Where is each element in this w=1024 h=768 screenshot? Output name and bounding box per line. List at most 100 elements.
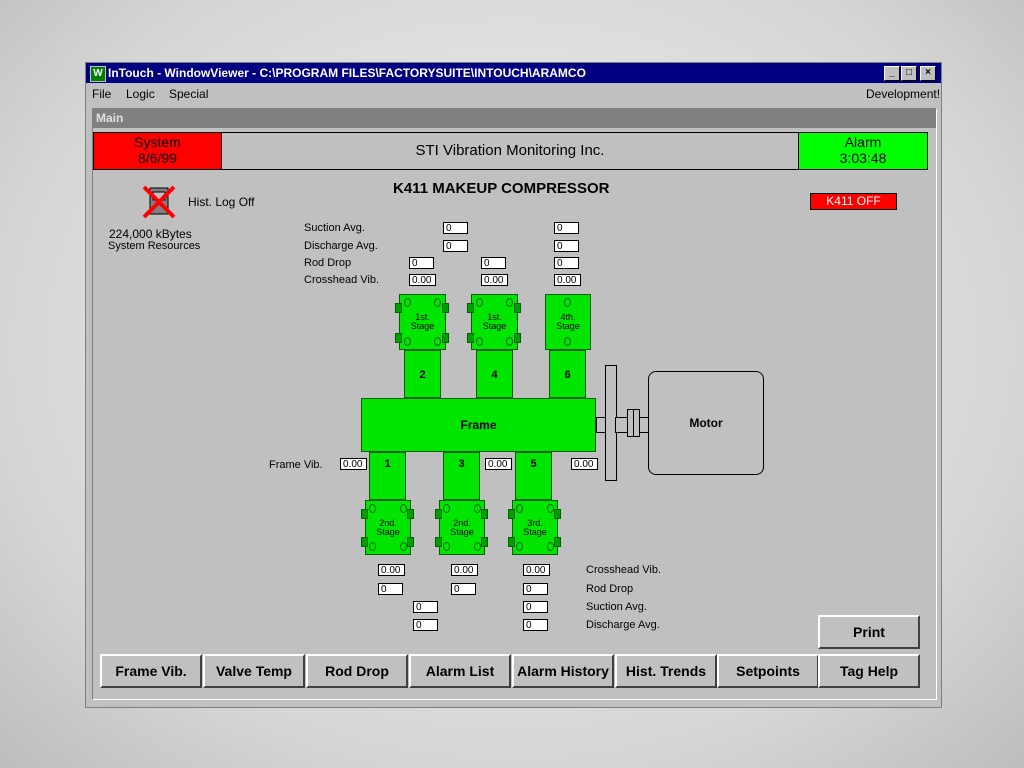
- discharge-avg-value: 0: [443, 240, 468, 252]
- cylinder-top[interactable]: 4th. Stage: [545, 294, 591, 350]
- frame-vib-value: 0.00: [571, 458, 598, 470]
- tag-help-button[interactable]: Tag Help: [818, 654, 920, 688]
- rod-drop-button[interactable]: Rod Drop: [306, 654, 408, 688]
- throw-1[interactable]: 1: [369, 452, 406, 500]
- suction-avg-value: 0: [413, 601, 438, 613]
- cylinder-tab: [361, 537, 368, 547]
- throw-4[interactable]: 4: [476, 350, 513, 398]
- rod-drop-value: 0: [451, 583, 476, 595]
- throw-5[interactable]: 5: [515, 452, 552, 500]
- alarm-time: 3:03:48: [839, 150, 887, 166]
- bolt-icon: [443, 504, 450, 513]
- compressor-frame[interactable]: Frame: [361, 398, 596, 452]
- cylinder-stage-word: Stage: [376, 527, 400, 537]
- alarm-history-button[interactable]: Alarm History: [512, 654, 614, 688]
- bolt-icon: [400, 504, 407, 513]
- memory-value: 224,000 kBytes: [109, 227, 192, 241]
- frame-vib-value: 0.00: [485, 458, 512, 470]
- bolt-icon: [564, 298, 571, 307]
- frame-vib-button[interactable]: Frame Vib.: [100, 654, 202, 688]
- bolt-icon: [564, 337, 571, 346]
- valve-temp-button[interactable]: Valve Temp: [203, 654, 305, 688]
- intouch-app-icon[interactable]: W: [90, 66, 106, 82]
- cylinder-stage-word: Stage: [450, 527, 474, 537]
- cylinder-tab: [395, 303, 402, 313]
- bolt-icon: [404, 337, 411, 346]
- intouch-window: W InTouch - WindowViewer - C:\PROGRAM FI…: [85, 62, 942, 708]
- close-button[interactable]: ×: [920, 66, 936, 81]
- menu-logic[interactable]: Logic: [126, 87, 155, 101]
- main-window-titlebar: Main: [93, 109, 936, 128]
- bolt-icon: [474, 542, 481, 551]
- title-bar[interactable]: W InTouch - WindowViewer - C:\PROGRAM FI…: [86, 63, 941, 83]
- suction-avg-value: 0: [554, 222, 579, 234]
- maximize-button[interactable]: □: [901, 66, 917, 81]
- cylinder-tab: [442, 303, 449, 313]
- print-button[interactable]: Print: [818, 615, 920, 649]
- rod-drop-value: 0: [378, 583, 403, 595]
- cylinder-stage-word: Stage: [410, 321, 435, 331]
- frame-vib-value: 0.00: [340, 458, 367, 470]
- throw-3[interactable]: 3: [443, 452, 480, 500]
- bolt-icon: [476, 337, 483, 346]
- crosshead-vib-value: 0.00: [409, 274, 436, 286]
- cylinder-tab: [508, 537, 515, 547]
- cylinder-tab: [435, 509, 442, 519]
- bolt-icon: [506, 337, 513, 346]
- cylinder-bottom[interactable]: 2nd. Stage: [365, 500, 411, 555]
- suction-avg-value: 0: [523, 601, 548, 613]
- bottom-label-rod-drop: Rod Drop: [586, 583, 634, 595]
- cylinder-tab: [395, 333, 402, 343]
- window-title: InTouch - WindowViewer - C:\PROGRAM FILE…: [108, 66, 586, 80]
- rod-drop-value: 0: [523, 583, 548, 595]
- cylinder-tab: [467, 333, 474, 343]
- throw-6[interactable]: 6: [549, 350, 586, 398]
- system-status-box: System 8/6/99: [93, 132, 222, 170]
- system-label: System: [134, 134, 181, 150]
- menu-special[interactable]: Special: [169, 87, 208, 101]
- bolt-icon: [516, 542, 523, 551]
- bolt-icon: [506, 298, 513, 307]
- company-banner: STI Vibration Monitoring Inc.: [221, 132, 799, 170]
- hist-trends-button[interactable]: Hist. Trends: [615, 654, 717, 688]
- cylinder-tab: [481, 537, 488, 547]
- cylinder-top[interactable]: 1st. Stage: [399, 294, 446, 350]
- cylinder-tab: [514, 303, 521, 313]
- bolt-icon: [516, 504, 523, 513]
- discharge-avg-value: 0: [413, 619, 438, 631]
- hist-log-off-icon[interactable]: [141, 184, 177, 220]
- cylinder-tab: [514, 333, 521, 343]
- alarm-list-button[interactable]: Alarm List: [409, 654, 511, 688]
- cylinder-tab: [467, 303, 474, 313]
- motor[interactable]: Motor: [648, 371, 764, 475]
- cylinder-tab: [407, 509, 414, 519]
- cylinder-tab: [361, 509, 368, 519]
- bolt-icon: [476, 298, 483, 307]
- cylinder-tab: [554, 537, 561, 547]
- setpoints-button[interactable]: Setpoints: [717, 654, 819, 688]
- cylinder-top[interactable]: 1st. Stage: [471, 294, 518, 350]
- bottom-label-discharge: Discharge Avg.: [586, 619, 660, 631]
- compressor-title: K411 MAKEUP COMPRESSOR: [393, 180, 610, 197]
- minimize-button[interactable]: _: [884, 66, 900, 81]
- cylinder-bottom[interactable]: 2nd. Stage: [439, 500, 485, 555]
- system-date: 8/6/99: [138, 150, 177, 166]
- top-label-suction: Suction Avg.: [304, 222, 365, 234]
- frame-vib-label: Frame Vib.: [269, 459, 323, 471]
- menu-development[interactable]: Development!: [866, 87, 940, 101]
- cylinder-bottom[interactable]: 3rd. Stage: [512, 500, 558, 555]
- bolt-icon: [474, 504, 481, 513]
- throw-2[interactable]: 2: [404, 350, 441, 398]
- cylinder-tab: [407, 537, 414, 547]
- menu-file[interactable]: File: [92, 87, 111, 101]
- menu-bar: File Logic Special Development!: [86, 84, 941, 104]
- compressor-state-indicator: K411 OFF: [810, 193, 897, 210]
- main-window-label: Main: [96, 111, 124, 125]
- cylinder-tab: [508, 509, 515, 519]
- hist-log-status: Hist. Log Off: [188, 195, 255, 209]
- crosshead-vib-value: 0.00: [554, 274, 581, 286]
- discharge-avg-value: 0: [523, 619, 548, 631]
- cylinder-stage-word: Stage: [482, 321, 507, 331]
- bolt-icon: [400, 542, 407, 551]
- bolt-icon: [434, 337, 441, 346]
